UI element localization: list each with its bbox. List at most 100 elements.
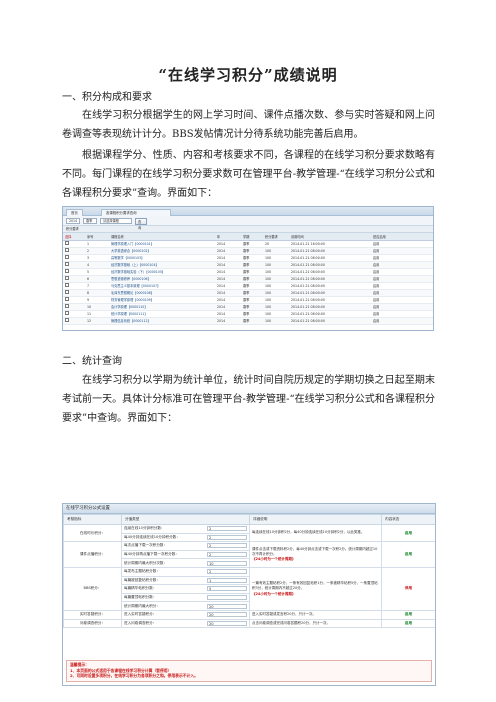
formula-row: 课件点播积分： 每次点播下载一次积分数： 2 课件点击或下载资料积2分，每40分钟点击… <box>63 541 435 568</box>
row-checkbox[interactable] <box>65 248 69 252</box>
score-input[interactable]: 20 <box>207 620 247 626</box>
score-value: 2 <box>209 570 212 575</box>
paragraph-2: 根据课程学分、性质、内容和考核要求不同，各课程的在线学习积分要求数略有不同。每门… <box>62 150 435 199</box>
tips-box: 温馨提示： 1、本页面的公式适用于各课程在线学习积分计算（暂停用） 2、可同时设… <box>66 660 432 682</box>
score-item-cell: 进入问卷调查积分： 20 <box>121 618 250 629</box>
table-cell: 100 <box>263 261 289 269</box>
row-checkbox[interactable] <box>65 318 69 322</box>
table-cell: 春季 <box>241 289 263 297</box>
table-cell: 2014-01-21 08:00:00 <box>289 310 371 318</box>
detail-cell: 每连续在线10分钟积2分，每40分钟连续在线10分钟积2分，以此类推。 <box>249 523 382 543</box>
table-cell: 启用 <box>371 247 433 255</box>
score-input[interactable]: 2 <box>207 534 247 540</box>
score-input[interactable]: 1 <box>207 577 247 583</box>
score-value: 5 <box>209 587 212 592</box>
course-name-cell[interactable]: 思想道德修养【0000106】 <box>109 275 215 283</box>
course-name-cell[interactable]: 马克思主义基本原理【0000107】 <box>109 282 215 290</box>
table-cell: 2014-01-21 08:00:00 <box>289 303 371 311</box>
score-item-label: 统计周期内最大积分： <box>124 603 160 608</box>
status-toggle[interactable]: 停用 <box>381 566 435 611</box>
section-heading-2: 二、统计查询 <box>62 356 122 367</box>
requirement-table: 选择 序号 课程名称 年 学期 积分要求 设置时间 是否启用 1 管理学原理入门【… <box>63 233 433 325</box>
term-select[interactable]: 春季 <box>83 218 97 224</box>
course-name-cell[interactable]: 高等数学【0000103】 <box>109 254 215 262</box>
table-cell: 1 <box>85 240 109 248</box>
table-cell: 5 <box>85 268 109 276</box>
row-checkbox-cell <box>63 268 85 276</box>
document-page: “在线学习积分”成绩说明 一、积分构成和要求 在线学习积分根据学生的网上学习时间… <box>0 0 496 702</box>
table-cell: 春季 <box>241 296 263 304</box>
score-value: 1 <box>209 578 212 583</box>
score-item-label: 连续在线10分钟积分数： <box>124 526 165 531</box>
score-value: 2 <box>209 544 212 549</box>
score-input[interactable]: 2 <box>207 569 247 575</box>
table-cell: 2014 <box>215 268 241 276</box>
score-item-label: 每40分钟再点播下载一次积分数： <box>124 552 179 557</box>
score-input[interactable]: 2 <box>207 543 247 549</box>
detail-cell: 点击问卷调查或完成问卷答题积20分，只计一次。 <box>249 618 382 629</box>
course-name-cell[interactable]: 管理学原理入门【0000101】 <box>109 240 215 248</box>
status-toggle[interactable]: 启用 <box>381 618 435 629</box>
tab-home[interactable]: 首页 <box>66 208 83 216</box>
row-checkbox-cell <box>63 296 85 304</box>
row-checkbox[interactable] <box>65 283 69 287</box>
table-cell: 7 <box>85 282 109 290</box>
table-cell: 11 <box>85 310 109 318</box>
course-select[interactable]: 请选择课程 <box>100 218 132 224</box>
table-cell: 启用 <box>371 289 433 297</box>
row-checkbox-cell <box>63 289 85 297</box>
row-checkbox[interactable] <box>65 241 69 245</box>
table-cell: 2014-01-21 08:00:00 <box>289 268 371 276</box>
row-checkbox[interactable] <box>65 269 69 273</box>
score-input[interactable]: 2 <box>207 526 247 532</box>
course-name-cell[interactable]: 会计学原理【0000110】 <box>109 303 215 311</box>
indicator-cell: 问卷调查积分： <box>63 618 122 629</box>
score-input[interactable]: 5 <box>207 586 247 592</box>
table-row: 7 马克思主义基本原理【0000107】 2014 春季 100 2014-01-21 0… <box>63 282 433 290</box>
status-toggle[interactable]: 启用 <box>381 541 435 568</box>
table-cell: 启用 <box>371 261 433 269</box>
course-name-cell[interactable]: 统计学原理【0000111】 <box>109 310 215 318</box>
col-course: 课程名称 <box>109 233 215 241</box>
table-cell: 2014-01-21 08:00:00 <box>289 289 371 297</box>
row-checkbox[interactable] <box>65 276 69 280</box>
year-select[interactable]: 2014 <box>66 218 80 224</box>
score-input[interactable]: 20 <box>207 612 247 618</box>
indicator-cell: 在线时长积分： <box>63 523 122 543</box>
table-header-row: 选择 序号 课程名称 年 学期 积分要求 设置时间 是否启用 <box>63 233 433 241</box>
course-name-cell[interactable]: 管理信息系统【0000112】 <box>109 317 215 325</box>
table-cell: 启用 <box>371 303 433 311</box>
course-name-cell[interactable]: 财务管理学原理【0000109】 <box>109 296 215 304</box>
row-checkbox[interactable] <box>65 297 69 301</box>
table-cell: 春季 <box>241 275 263 283</box>
tab-course-requirement[interactable]: 各课程积分要求查询 <box>101 208 171 216</box>
row-checkbox[interactable] <box>65 290 69 294</box>
score-input[interactable]: 20 <box>207 603 247 609</box>
status-toggle[interactable]: 启用 <box>381 523 435 543</box>
col-set-time: 设置时间 <box>289 233 371 241</box>
query-button[interactable]: 查询 <box>135 217 147 230</box>
score-item-cell: 每篇被回复帖积分数： 1 <box>121 575 250 586</box>
col-term: 学期 <box>241 233 263 241</box>
table-cell: 2014-01-21 08:00:00 <box>289 275 371 283</box>
row-checkbox[interactable] <box>65 262 69 266</box>
score-input[interactable] <box>207 595 247 601</box>
status-toggle[interactable]: 启用 <box>381 609 435 620</box>
row-checkbox[interactable] <box>65 311 69 315</box>
course-name-cell[interactable]: 经济数学基础实验（下）【0000105】 <box>109 268 215 276</box>
table-cell: 100 <box>263 317 289 325</box>
row-checkbox[interactable] <box>65 304 69 308</box>
score-input[interactable]: 2 <box>207 552 247 558</box>
course-name-cell[interactable]: 毛泽东思想概论【0000108】 <box>109 289 215 297</box>
table-cell: 2014-01-21 08:00:00 <box>289 247 371 255</box>
course-name-cell[interactable]: 经济数学基础（上）【0000104】 <box>109 261 215 269</box>
formula-header-row: 考核指标 分值类型 详细说明 内容状态 <box>63 514 435 525</box>
table-cell: 启用 <box>371 317 433 325</box>
col-requirement: 积分要求 <box>263 233 289 241</box>
row-checkbox[interactable] <box>65 255 69 259</box>
detail-cell: 课件点击或下载资料积2分，每40分钟点击或下载一次积2分。统计周期内超过10次不… <box>249 541 382 568</box>
table-row: 1 管理学原理入门【0000101】 2014 春季 20 2014-01-21 16:0… <box>63 240 433 248</box>
document-title: “在线学习积分”成绩说明 <box>158 66 338 84</box>
score-input[interactable]: 10 <box>207 560 247 566</box>
course-name-cell[interactable]: 大学英语综合【0000102】 <box>109 247 215 255</box>
